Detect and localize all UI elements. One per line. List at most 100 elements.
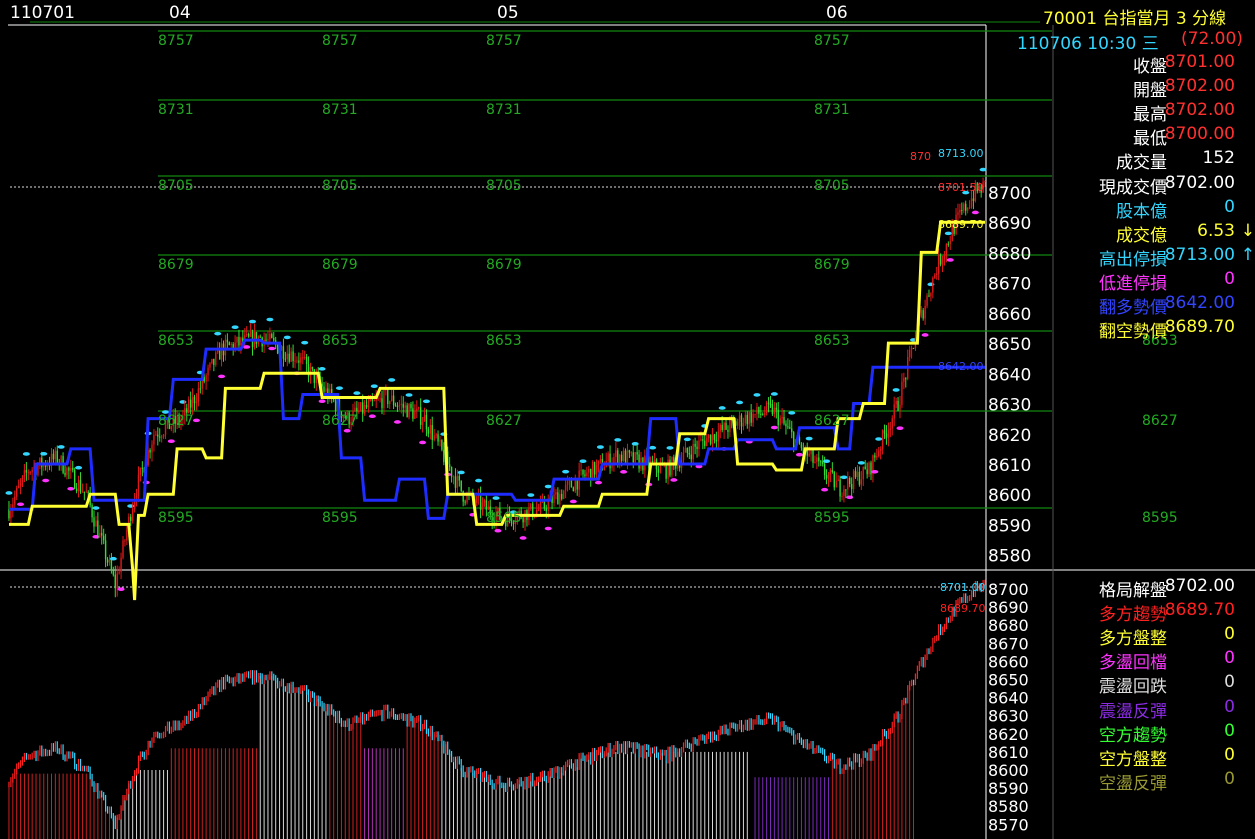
info-value: 0: [1224, 624, 1235, 645]
candle-body: [924, 305, 926, 319]
candle-body: [849, 477, 851, 485]
candle-body: [959, 209, 961, 213]
candle-body: [547, 500, 549, 512]
candle-body: [613, 457, 615, 463]
candle-body: [835, 480, 837, 488]
candle-body: [112, 570, 115, 575]
candle-body: [966, 207, 969, 211]
candle-body: [922, 310, 924, 319]
candle-body: [837, 479, 839, 481]
level-label: 8653: [486, 333, 522, 349]
info-value: 0: [1224, 696, 1235, 717]
candle-body: [85, 491, 87, 493]
info-row: 空方盤整 0: [1052, 745, 1247, 770]
high-stop-mark: [405, 393, 413, 397]
level-label: 8705: [814, 178, 850, 194]
y-tick-lower: 8600: [988, 761, 1029, 780]
candle-body: [843, 489, 845, 496]
candle-body: [928, 295, 930, 297]
candle-body: [454, 476, 457, 488]
high-stop-mark: [179, 400, 187, 404]
info-value: 8702.00: [1164, 576, 1235, 596]
candle-body: [209, 363, 211, 368]
info-row: 翻空勢價 8689.70: [1052, 317, 1247, 343]
candle-body: [458, 475, 461, 481]
candle-body: [791, 428, 793, 433]
candle-body: [522, 517, 524, 523]
high-stop-mark: [544, 484, 552, 489]
high-stop-mark: [266, 317, 274, 322]
candle-body: [584, 474, 586, 476]
candle-body: [692, 443, 694, 460]
candle-body: [868, 462, 870, 475]
candle-body: [259, 336, 261, 338]
candle-body: [300, 357, 302, 363]
candle-body: [427, 429, 430, 434]
high-stop-mark: [875, 437, 883, 441]
high-stop-mark: [562, 469, 570, 474]
candle-body: [530, 503, 532, 509]
candle-body: [106, 559, 109, 563]
candle-body: [831, 470, 834, 473]
low-stop-mark: [569, 499, 577, 504]
low-stop-mark: [620, 470, 628, 474]
high-stop-mark: [892, 388, 900, 392]
candle-body: [777, 409, 779, 426]
high-stop-mark: [527, 493, 535, 497]
high-stop-mark: [370, 384, 378, 388]
candle-body: [887, 429, 890, 438]
low-stop-mark: [243, 345, 251, 349]
candle-body: [926, 295, 928, 306]
candle-body: [810, 450, 812, 455]
low-stop-mark: [17, 502, 25, 507]
candle-body: [249, 331, 252, 337]
candle-body: [562, 490, 565, 499]
candle-body: [690, 454, 692, 460]
lower-pattern-chart[interactable]: [8, 579, 986, 839]
info-label: 收盤: [1133, 57, 1167, 77]
candle-body: [439, 440, 441, 442]
candle-body: [95, 520, 97, 527]
candle-body: [265, 339, 267, 341]
candle-body: [860, 479, 863, 485]
candle-body: [64, 472, 66, 476]
candle-body: [73, 469, 76, 489]
level-label: 8679: [814, 257, 850, 273]
candle-body: [135, 495, 138, 499]
candle-body: [126, 530, 128, 541]
candle-body: [137, 474, 140, 496]
info-label: 成交量: [1116, 153, 1167, 174]
info-value: 8700.00: [1164, 124, 1235, 145]
high-stop-mark: [388, 378, 396, 382]
candle-body: [450, 466, 453, 477]
candle-body: [599, 459, 602, 461]
candle-body: [984, 181, 986, 183]
level-label: 8653: [322, 333, 358, 349]
candle-body: [818, 457, 820, 462]
info-label: 空方趨勢: [1099, 725, 1167, 746]
candle-body: [820, 461, 822, 463]
candle-body: [972, 198, 975, 201]
candle-body: [947, 243, 950, 245]
level-label: 8679: [158, 257, 194, 273]
candle-body: [116, 573, 118, 589]
candle-body: [564, 484, 567, 491]
info-label: 最低: [1133, 129, 1167, 150]
info-arrow-icon: ↓: [1240, 220, 1255, 241]
candle-body: [17, 485, 20, 488]
candle-body: [56, 450, 58, 463]
upper-price-chart[interactable]: [5, 167, 987, 601]
candle-body: [885, 433, 888, 438]
candle-body: [456, 475, 459, 488]
candle-body: [358, 410, 360, 412]
candle-body: [763, 413, 766, 415]
candle-body: [60, 455, 62, 464]
candle-body: [205, 375, 207, 382]
candle-body: [941, 259, 944, 265]
info-label: 翻空勢價: [1099, 322, 1167, 343]
high-stop-mark: [770, 392, 778, 396]
candle-body: [296, 360, 298, 362]
candle-body: [414, 411, 416, 419]
candle-body: [485, 500, 488, 510]
high-stop-mark: [579, 459, 587, 464]
